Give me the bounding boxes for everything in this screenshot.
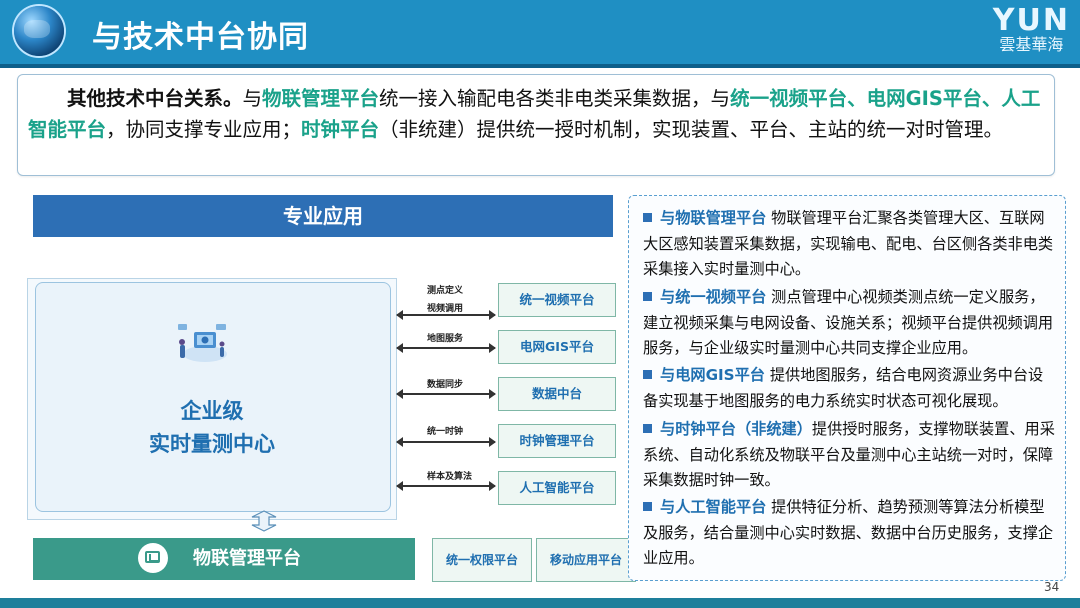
intro-lead: 其他技术中台关系。 xyxy=(67,87,243,110)
arrow-label-samples-algorithms: 样本及算法 xyxy=(427,472,473,482)
platform-data-center: 数据中台 xyxy=(498,377,616,411)
relationship-description-panel: 与物联管理平台 物联管理平台汇聚各类管理大区、互联网大区感知装置采集数据，实现输… xyxy=(628,195,1066,581)
bidirectional-arrow xyxy=(396,389,496,399)
arrow-label-map-service: 地图服务 xyxy=(427,334,464,344)
square-bullet-icon xyxy=(643,424,652,433)
relationship-item: 与物联管理平台 物联管理平台汇聚各类管理大区、互联网大区感知装置采集数据，实现输… xyxy=(643,206,1057,283)
arrow-label-video-call: 视频调用 xyxy=(427,304,464,314)
platform-ai: 人工智能平台 xyxy=(498,471,616,505)
square-bullet-icon xyxy=(643,502,652,511)
page-number: 34 xyxy=(1044,580,1060,594)
platform-video: 统一视频平台 xyxy=(498,283,616,317)
relationship-item: 与电网GIS平台 提供地图服务，结合电网资源业务中台设备实现基于地图服务的电力系… xyxy=(643,363,1057,414)
professional-app-bar: 专业应用 xyxy=(33,195,613,237)
bidirectional-arrow xyxy=(396,343,496,353)
bidirectional-arrow xyxy=(396,481,496,491)
relationship-head: 与电网GIS平台 xyxy=(660,366,765,384)
page-title: 与技术中台协同 xyxy=(92,20,309,55)
intro-highlight-1: 物联管理平台 xyxy=(262,87,380,110)
arrow-label-point-definition: 测点定义 xyxy=(427,286,464,296)
iot-platform-label: 物联管理平台 xyxy=(193,548,301,569)
intro-highlight-3: 时钟平台 xyxy=(301,118,380,141)
logo-subtext: 雲基華海 xyxy=(999,35,1064,54)
relationship-head: 与物联管理平台 xyxy=(660,209,767,227)
intro-text-2: 统一接入输配电各类非电类采集数据，与 xyxy=(379,87,731,110)
arrow-label-data-sync: 数据同步 xyxy=(427,380,464,390)
monitor-chart-icon xyxy=(138,543,168,573)
platform-gis: 电网GIS平台 xyxy=(498,330,616,364)
globe-icon xyxy=(14,6,64,56)
intro-text-1: 与 xyxy=(242,87,263,110)
measurement-center-title: 企业级 实时量测中心 xyxy=(35,395,389,461)
relationship-head: 与人工智能平台 xyxy=(660,498,767,516)
vertical-double-arrow-icon xyxy=(251,510,277,532)
relationship-item: 与时钟平台（非统建）提供授时服务，支撑物联装置、用采系统、自动化系统及物联平台及… xyxy=(643,417,1057,494)
square-bullet-icon xyxy=(643,370,652,379)
platform-clock: 时钟管理平台 xyxy=(498,424,616,458)
logo-text: YUN xyxy=(992,3,1070,38)
center-title-line1: 企业级 xyxy=(180,399,244,423)
platform-mobile-app: 移动应用平台 xyxy=(536,538,636,582)
relationship-head: 与时钟平台（非统建） xyxy=(660,420,812,438)
relationship-item: 与人工智能平台 提供特征分析、趋势预测等算法分析模型及服务，结合量测中心实时数据… xyxy=(643,495,1057,572)
relationship-item: 与统一视频平台 测点管理中心视频类测点统一定义服务，建立视频采集与电网设备、设施… xyxy=(643,285,1057,362)
intro-text-3: ，协同支撑专业应用； xyxy=(106,118,302,141)
arrow-label-unified-clock: 统一时钟 xyxy=(427,427,464,437)
intro-text-4: （非统建）提供统一授时机制，实现装置、平台、主站的统一对时管理。 xyxy=(379,118,1004,141)
intro-box: 其他技术中台关系。与物联管理平台统一接入输配电各类非电类采集数据，与统一视频平台… xyxy=(17,74,1055,176)
platform-unified-permission: 统一权限平台 xyxy=(432,538,532,582)
square-bullet-icon xyxy=(643,213,652,222)
footer-bar xyxy=(0,598,1080,608)
header-underline xyxy=(0,64,1080,68)
iot-platform-bar: 物联管理平台 xyxy=(33,538,415,580)
people-screen-illustration-icon xyxy=(178,324,227,362)
square-bullet-icon xyxy=(643,292,652,301)
bidirectional-arrow xyxy=(396,437,496,447)
company-logo: YUN 雲基華海 xyxy=(993,6,1070,54)
relationship-head: 与统一视频平台 xyxy=(660,288,767,306)
intro-paragraph: 其他技术中台关系。与物联管理平台统一接入输配电各类非电类采集数据，与统一视频平台… xyxy=(28,83,1044,145)
bidirectional-arrow xyxy=(396,310,496,320)
center-title-line2: 实时量测中心 xyxy=(149,432,275,456)
